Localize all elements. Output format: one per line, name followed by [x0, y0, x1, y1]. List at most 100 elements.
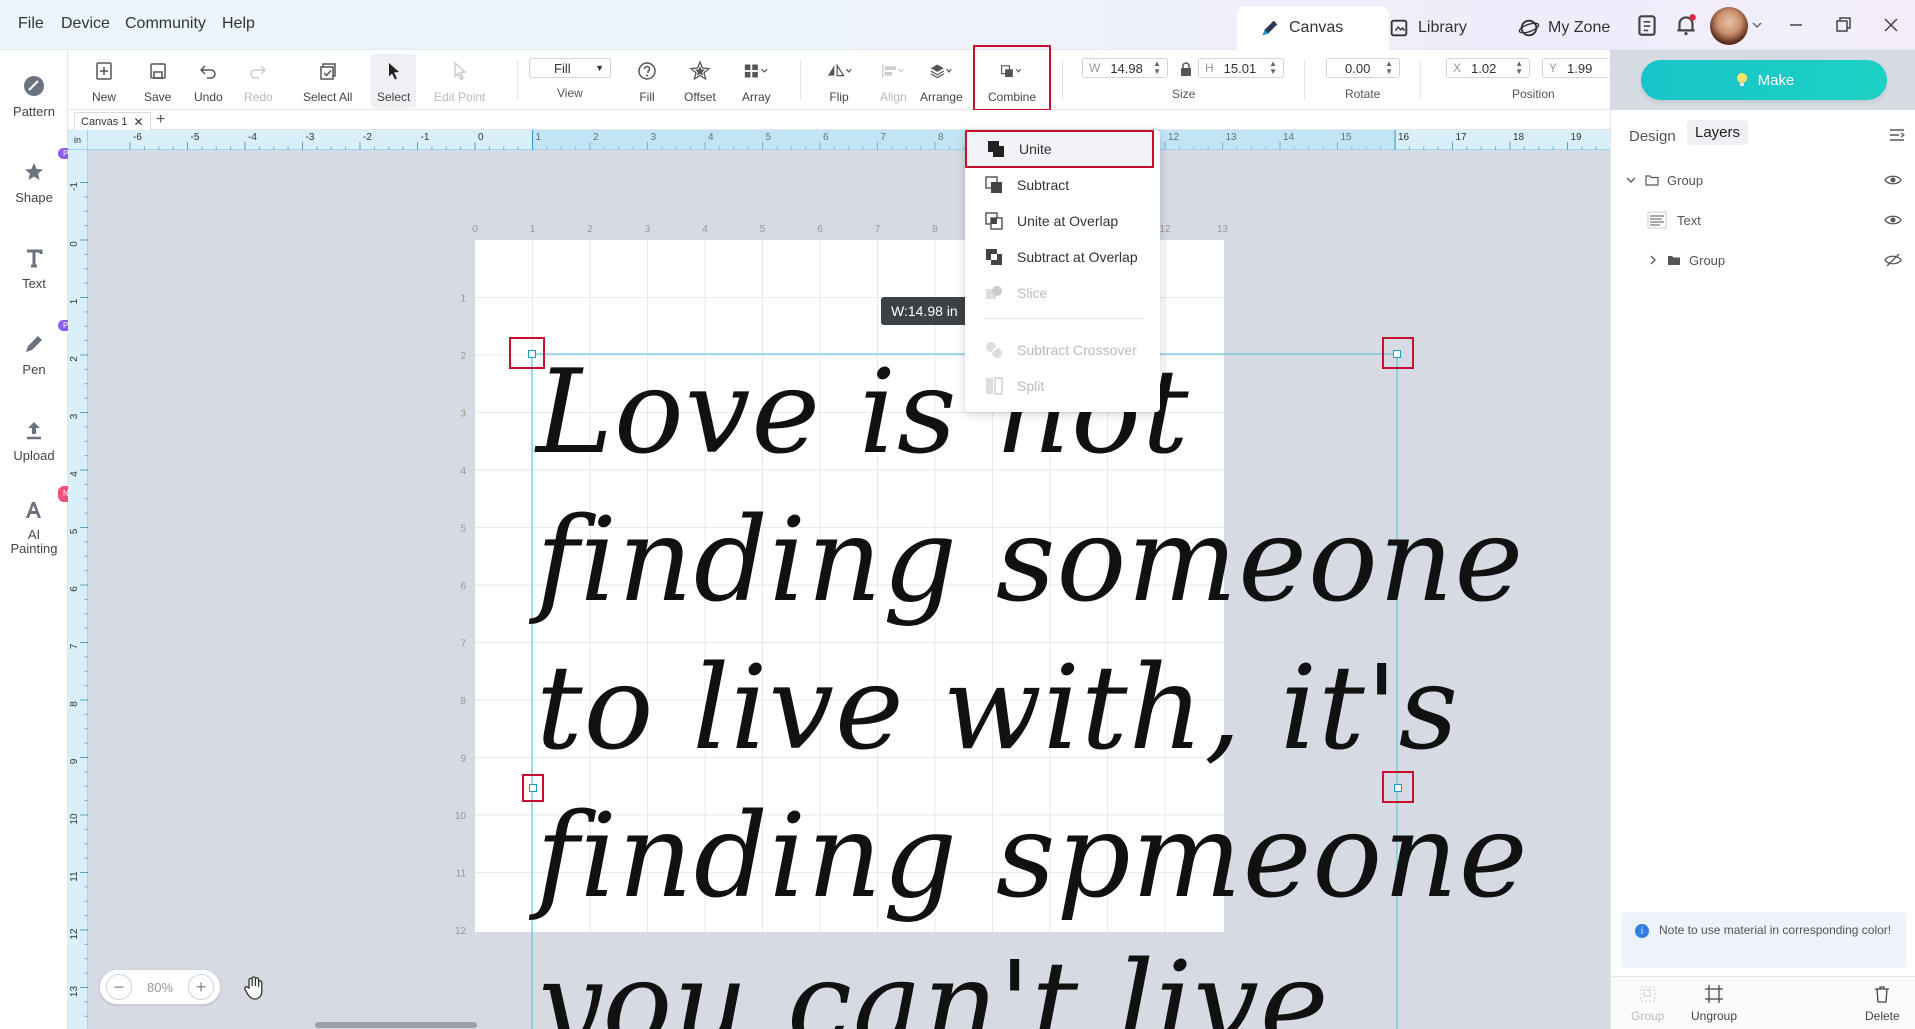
- sidebar-item-pen[interactable]: Pro Pen: [0, 320, 81, 377]
- menu-file[interactable]: File: [18, 15, 44, 33]
- restore-icon[interactable]: [1832, 14, 1854, 36]
- align-button[interactable]: Align: [880, 58, 907, 104]
- combine-icon: [1001, 65, 1022, 78]
- spin-icon[interactable]: ▲ ▼: [1153, 60, 1161, 76]
- height-value: 15.01: [1223, 60, 1257, 76]
- lock-icon[interactable]: [1180, 62, 1192, 76]
- menu-item-subtract[interactable]: Subtract: [965, 168, 1160, 202]
- zoom-out-button[interactable]: −: [106, 974, 132, 1000]
- height-field[interactable]: H 15.01 ▲ ▼: [1198, 58, 1284, 78]
- spin-icon[interactable]: ▲ ▼: [1269, 60, 1277, 76]
- tab-myzone[interactable]: My Zone: [1496, 6, 1632, 50]
- text-line: finding spmeone: [536, 789, 1529, 924]
- chevron-right-icon[interactable]: [1647, 254, 1659, 266]
- mat-tick-label: 1: [530, 224, 536, 235]
- ungroup-button[interactable]: Ungroup: [1691, 983, 1737, 1023]
- tab-design[interactable]: Design: [1621, 124, 1684, 149]
- fill-button[interactable]: Fill: [634, 58, 660, 104]
- new-button[interactable]: New: [91, 58, 117, 104]
- canvas-tab[interactable]: Canvas 1 ✕: [74, 112, 151, 130]
- vertical-ruler[interactable]: -1 0 1 2 3 4 5 6 7 8 9 10 11 12 13: [68, 150, 88, 1029]
- view-label: View: [557, 86, 583, 100]
- eye-hidden-icon[interactable]: [1884, 251, 1902, 269]
- spin-icon[interactable]: ▲ ▼: [1515, 60, 1523, 76]
- layer-row-text[interactable]: Text: [1611, 200, 1915, 240]
- make-button[interactable]: Make: [1641, 60, 1887, 100]
- spin-icon[interactable]: ▲ ▼: [1385, 60, 1393, 76]
- ruler-tick-label: -4: [248, 132, 257, 143]
- sidebar-item-upload[interactable]: Upload: [0, 416, 68, 463]
- sidebar-item-text[interactable]: Text: [0, 244, 68, 291]
- y-prefix: Y: [1549, 61, 1558, 75]
- mat-tick-label: 0: [472, 224, 478, 235]
- rotate-field[interactable]: 0.00 ▲ ▼: [1326, 58, 1400, 78]
- subtract-crossover-icon: [986, 342, 1002, 358]
- width-field[interactable]: W 14.98 ▲ ▼: [1082, 58, 1168, 78]
- menu-community[interactable]: Community: [125, 15, 206, 33]
- combine-button[interactable]: Combine: [973, 45, 1051, 111]
- eye-icon[interactable]: [1884, 171, 1902, 189]
- mat-tick-label: 8: [460, 696, 466, 707]
- avatar[interactable]: [1710, 7, 1748, 45]
- edit-point-button[interactable]: Edit Point: [434, 58, 485, 104]
- tab-layers[interactable]: Layers: [1687, 120, 1749, 145]
- menu-item-label: Subtract: [1017, 177, 1070, 193]
- redo-button[interactable]: Redo: [244, 58, 273, 104]
- array-button[interactable]: Array: [742, 58, 771, 104]
- close-tab-icon[interactable]: ✕: [133, 115, 143, 129]
- panel-menu-icon[interactable]: [1889, 128, 1905, 142]
- flip-label: Flip: [829, 90, 849, 104]
- edit-point-icon: [453, 61, 467, 81]
- menu-item-subtract-at-overlap[interactable]: Subtract at Overlap: [965, 240, 1160, 274]
- menu-item-split[interactable]: Split: [965, 369, 1160, 403]
- horizontal-ruler[interactable]: -6-5-4-3-2-10123456789101112131415161718…: [88, 130, 1612, 150]
- save-button[interactable]: Save: [144, 58, 171, 104]
- chevron-down-icon[interactable]: [1750, 12, 1764, 38]
- sidebar-item-shape[interactable]: Pro Shape: [0, 148, 81, 205]
- clipboard-icon[interactable]: [1634, 12, 1660, 38]
- hand-pan-icon[interactable]: [240, 974, 268, 1002]
- select-all-button[interactable]: Select All: [303, 58, 352, 104]
- delete-button[interactable]: Delete: [1865, 983, 1900, 1023]
- menu-item-slice[interactable]: Slice: [965, 276, 1160, 310]
- eye-icon[interactable]: [1884, 211, 1902, 229]
- y-position-field[interactable]: Y 1.99: [1542, 58, 1610, 78]
- flip-button[interactable]: Flip: [826, 58, 852, 104]
- resize-handle-top-left[interactable]: [509, 337, 545, 369]
- height-prefix: H: [1205, 61, 1214, 75]
- folder-icon: [1668, 256, 1680, 265]
- zoom-in-button[interactable]: +: [188, 974, 214, 1000]
- x-position-field[interactable]: X 1.02 ▲ ▼: [1446, 58, 1530, 78]
- arrange-button[interactable]: Arrange: [920, 58, 963, 104]
- delete-label: Delete: [1865, 1009, 1900, 1023]
- horizontal-scrollbar[interactable]: [315, 1022, 477, 1028]
- offset-button[interactable]: Offset: [684, 58, 716, 104]
- tab-library[interactable]: Library: [1366, 6, 1489, 50]
- group-button[interactable]: Group: [1631, 983, 1664, 1023]
- menu-item-unite-at-overlap[interactable]: Unite at Overlap: [965, 204, 1160, 238]
- add-tab-icon[interactable]: +: [156, 111, 165, 129]
- select-button[interactable]: Select: [371, 54, 417, 108]
- select-all-icon: [319, 63, 336, 80]
- sidebar-item-pattern[interactable]: Pattern: [0, 72, 68, 119]
- undo-button[interactable]: Undo: [194, 58, 223, 104]
- canvas-workspace[interactable]: 012345678910111213123456789101112 Love i…: [88, 150, 1610, 1029]
- offset-label: Offset: [684, 90, 716, 104]
- close-icon[interactable]: [1880, 14, 1902, 36]
- mat-tick-label: 9: [460, 754, 466, 765]
- minimize-icon[interactable]: [1785, 14, 1807, 36]
- ruler-tick-label: 13: [69, 986, 80, 998]
- menu-help[interactable]: Help: [222, 15, 255, 33]
- mat-tick-label: 1: [460, 294, 466, 305]
- layer-row-group[interactable]: Group: [1611, 160, 1915, 200]
- menu-item-unite[interactable]: Unite: [965, 130, 1154, 168]
- menu-device[interactable]: Device: [61, 15, 110, 33]
- menu-item-subtract-crossover[interactable]: Subtract Crossover: [965, 333, 1160, 367]
- bell-icon[interactable]: [1673, 12, 1699, 38]
- chevron-down-icon[interactable]: [1625, 174, 1637, 186]
- undo-icon: [200, 65, 217, 79]
- view-select[interactable]: Fill ▼: [529, 58, 611, 78]
- script-text[interactable]: Love is not finding someone to live with…: [536, 339, 1529, 1029]
- layer-row-group-2[interactable]: Group: [1611, 240, 1915, 280]
- sidebar-item-ai-painting[interactable]: New AI Painting: [0, 486, 85, 556]
